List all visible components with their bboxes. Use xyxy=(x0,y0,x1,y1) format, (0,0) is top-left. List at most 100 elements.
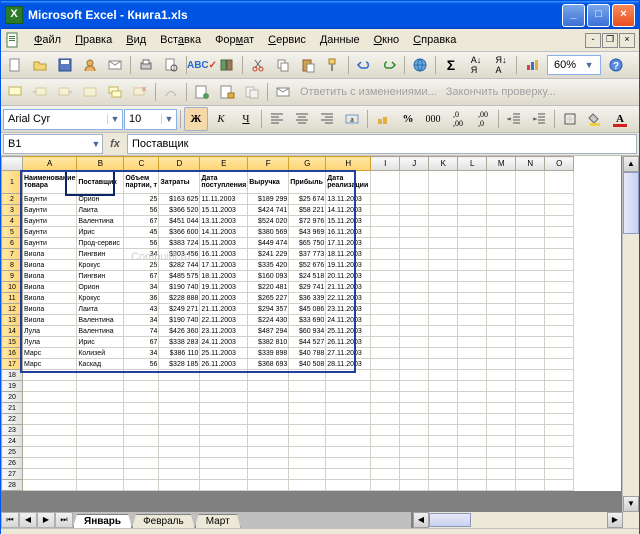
cell[interactable] xyxy=(159,458,200,469)
cell[interactable]: Баунти xyxy=(23,227,77,238)
cell[interactable] xyxy=(545,194,574,205)
row-header[interactable]: 4 xyxy=(2,216,23,227)
document-icon[interactable] xyxy=(3,31,23,49)
cell[interactable] xyxy=(516,436,545,447)
send-for-review-icon[interactable] xyxy=(271,80,295,104)
cell[interactable] xyxy=(516,271,545,282)
row-header[interactable]: 6 xyxy=(2,238,23,249)
cell[interactable]: 18.11.2003 xyxy=(326,249,371,260)
cell[interactable] xyxy=(429,194,458,205)
cell[interactable] xyxy=(545,480,574,491)
cell[interactable] xyxy=(487,337,516,348)
cell[interactable] xyxy=(545,326,574,337)
cell[interactable] xyxy=(487,326,516,337)
cell[interactable]: $383 724 xyxy=(159,238,200,249)
protect-workbook-icon[interactable] xyxy=(215,80,239,104)
cell[interactable] xyxy=(429,425,458,436)
spellcheck-icon[interactable]: ABC✓ xyxy=(190,53,214,77)
cell[interactable] xyxy=(429,304,458,315)
cell[interactable]: $451 044 xyxy=(159,216,200,227)
cell[interactable] xyxy=(487,381,516,392)
cell[interactable] xyxy=(429,205,458,216)
cell[interactable]: 27.11.2003 xyxy=(326,348,371,359)
cell[interactable] xyxy=(124,370,159,381)
font-size-combo[interactable]: ▼ xyxy=(124,109,177,130)
cell[interactable]: 43 xyxy=(124,304,159,315)
cell[interactable] xyxy=(159,480,200,491)
cell[interactable]: 56 xyxy=(124,238,159,249)
cell[interactable] xyxy=(487,205,516,216)
cell[interactable] xyxy=(429,348,458,359)
cell[interactable] xyxy=(545,238,574,249)
row-header[interactable]: 20 xyxy=(2,392,23,403)
cell[interactable] xyxy=(400,326,429,337)
cell[interactable] xyxy=(371,458,400,469)
cell[interactable] xyxy=(371,260,400,271)
cell[interactable]: Лула xyxy=(23,337,77,348)
cell[interactable] xyxy=(545,403,574,414)
cell[interactable]: Каскад xyxy=(77,359,124,370)
tab-last-icon[interactable]: ⏭ xyxy=(55,512,73,528)
cell[interactable] xyxy=(400,403,429,414)
underline-button[interactable]: Ч xyxy=(234,107,258,131)
cell[interactable] xyxy=(545,392,574,403)
cell[interactable] xyxy=(516,216,545,227)
row-header[interactable]: 23 xyxy=(2,425,23,436)
cell[interactable] xyxy=(326,414,371,425)
cell[interactable]: 19.11.2003 xyxy=(326,260,371,271)
cell[interactable]: Ирис xyxy=(77,227,124,238)
show-all-comments-icon[interactable] xyxy=(103,80,127,104)
cell[interactable]: 25.11.2003 xyxy=(200,348,248,359)
cell[interactable] xyxy=(487,370,516,381)
cell[interactable]: 18.11.2003 xyxy=(200,271,248,282)
cell[interactable]: Валентина xyxy=(77,216,124,227)
cell[interactable] xyxy=(429,414,458,425)
cell[interactable]: $190 740 xyxy=(159,315,200,326)
cell[interactable] xyxy=(371,469,400,480)
cell[interactable] xyxy=(371,326,400,337)
row-header[interactable]: 5 xyxy=(2,227,23,238)
mdi-restore-button[interactable]: ❐ xyxy=(602,33,618,48)
cell[interactable] xyxy=(159,381,200,392)
cell[interactable] xyxy=(23,403,77,414)
cell[interactable]: 36 xyxy=(124,293,159,304)
cell[interactable]: $33 690 xyxy=(289,315,326,326)
cell[interactable] xyxy=(326,403,371,414)
cell[interactable] xyxy=(400,282,429,293)
cell[interactable] xyxy=(429,359,458,370)
zoom-combo[interactable]: 60%▼ xyxy=(547,55,601,75)
cell[interactable] xyxy=(248,436,289,447)
decrease-indent-icon[interactable] xyxy=(502,107,526,131)
name-box-input[interactable] xyxy=(4,138,90,150)
cell[interactable]: Валентина xyxy=(77,315,124,326)
research-icon[interactable] xyxy=(215,53,239,77)
cell[interactable] xyxy=(124,392,159,403)
sheet-tab-Март[interactable]: Март xyxy=(195,514,241,528)
cell[interactable] xyxy=(200,436,248,447)
cell[interactable] xyxy=(400,469,429,480)
cell[interactable] xyxy=(545,381,574,392)
cell[interactable] xyxy=(487,425,516,436)
cell[interactable] xyxy=(248,458,289,469)
cell[interactable] xyxy=(487,315,516,326)
cell[interactable] xyxy=(400,171,429,194)
cell[interactable]: $487 294 xyxy=(248,326,289,337)
cell[interactable]: $228 888 xyxy=(159,293,200,304)
cell[interactable] xyxy=(458,194,487,205)
cell[interactable] xyxy=(248,370,289,381)
select-all-cell[interactable] xyxy=(2,157,23,171)
align-left-icon[interactable] xyxy=(265,107,289,131)
cell[interactable] xyxy=(400,194,429,205)
mdi-minimize-button[interactable]: - xyxy=(585,33,601,48)
mdi-close-button[interactable]: × xyxy=(619,33,635,48)
header-cell[interactable]: Прибыль xyxy=(289,171,326,194)
cell[interactable]: Баунти xyxy=(23,238,77,249)
cell[interactable] xyxy=(289,458,326,469)
cell[interactable] xyxy=(487,282,516,293)
cell[interactable]: 21.11.2003 xyxy=(200,304,248,315)
titlebar[interactable]: X Microsoft Excel - Книга1.xls _ □ × xyxy=(1,1,639,29)
col-header-I[interactable]: I xyxy=(371,157,400,171)
cell[interactable] xyxy=(371,447,400,458)
cell[interactable] xyxy=(487,436,516,447)
cell[interactable]: 20.11.2003 xyxy=(326,271,371,282)
